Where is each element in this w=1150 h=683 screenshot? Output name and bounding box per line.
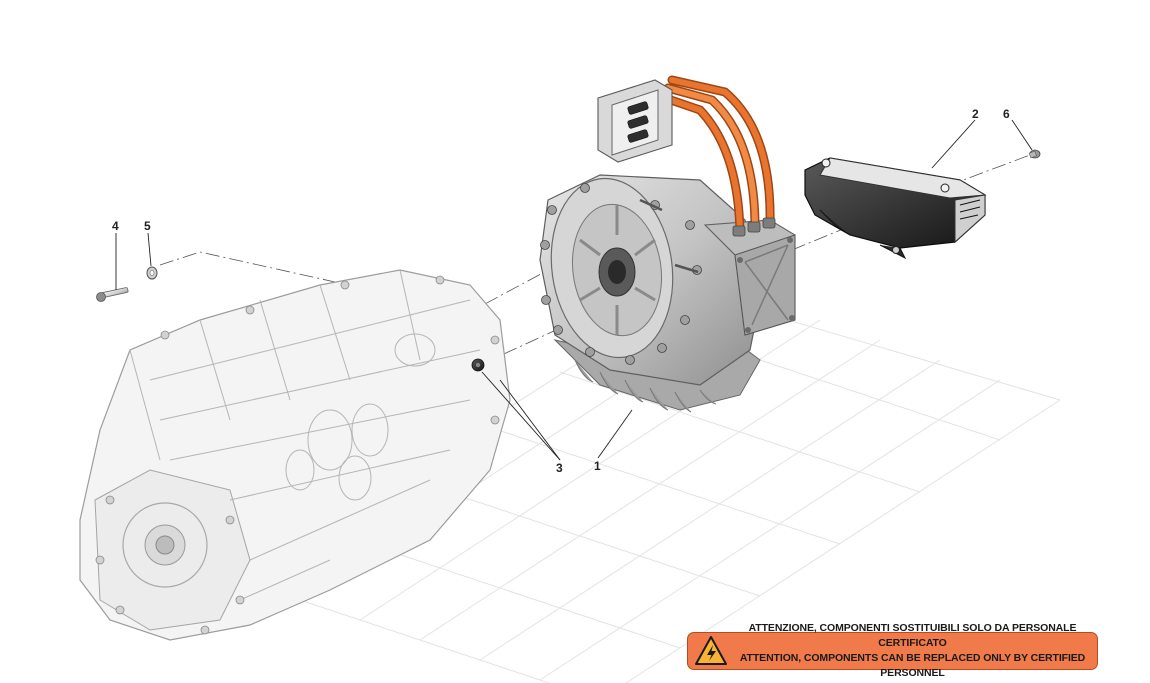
callout-2: 2	[972, 107, 979, 121]
part-1-electric-motor	[539, 75, 796, 413]
high-voltage-warning-icon	[695, 636, 727, 665]
part-6-screw	[1028, 149, 1041, 159]
part-3-nut	[471, 358, 485, 372]
exploded-parts-diagram: 4 5 3 1 2 6 ATTENZIONE, COMPONENTI SOSTI…	[0, 0, 1150, 683]
transmission-housing	[79, 269, 511, 641]
callout-3: 3	[556, 461, 563, 475]
part-4-bolt	[96, 287, 129, 302]
callout-1: 1	[594, 459, 601, 473]
callout-5: 5	[144, 219, 151, 233]
part-5-washer	[146, 266, 158, 280]
part-2-cover	[804, 157, 987, 260]
warning-line-italian: ATTENZIONE, COMPONENTI SOSTITUIBILI SOLO…	[748, 622, 1077, 649]
warning-line-english: ATTENTION, COMPONENTS CAN BE REPLACED ON…	[739, 652, 1086, 679]
diagram-canvas: 4 5 3 1 2 6	[79, 75, 1061, 683]
callout-4: 4	[112, 219, 119, 233]
warning-text: ATTENZIONE, COMPONENTI SOSTITUIBILI SOLO…	[728, 621, 1097, 681]
certified-personnel-warning: ATTENZIONE, COMPONENTI SOSTITUIBILI SOLO…	[687, 622, 1098, 679]
callout-6: 6	[1003, 107, 1010, 121]
